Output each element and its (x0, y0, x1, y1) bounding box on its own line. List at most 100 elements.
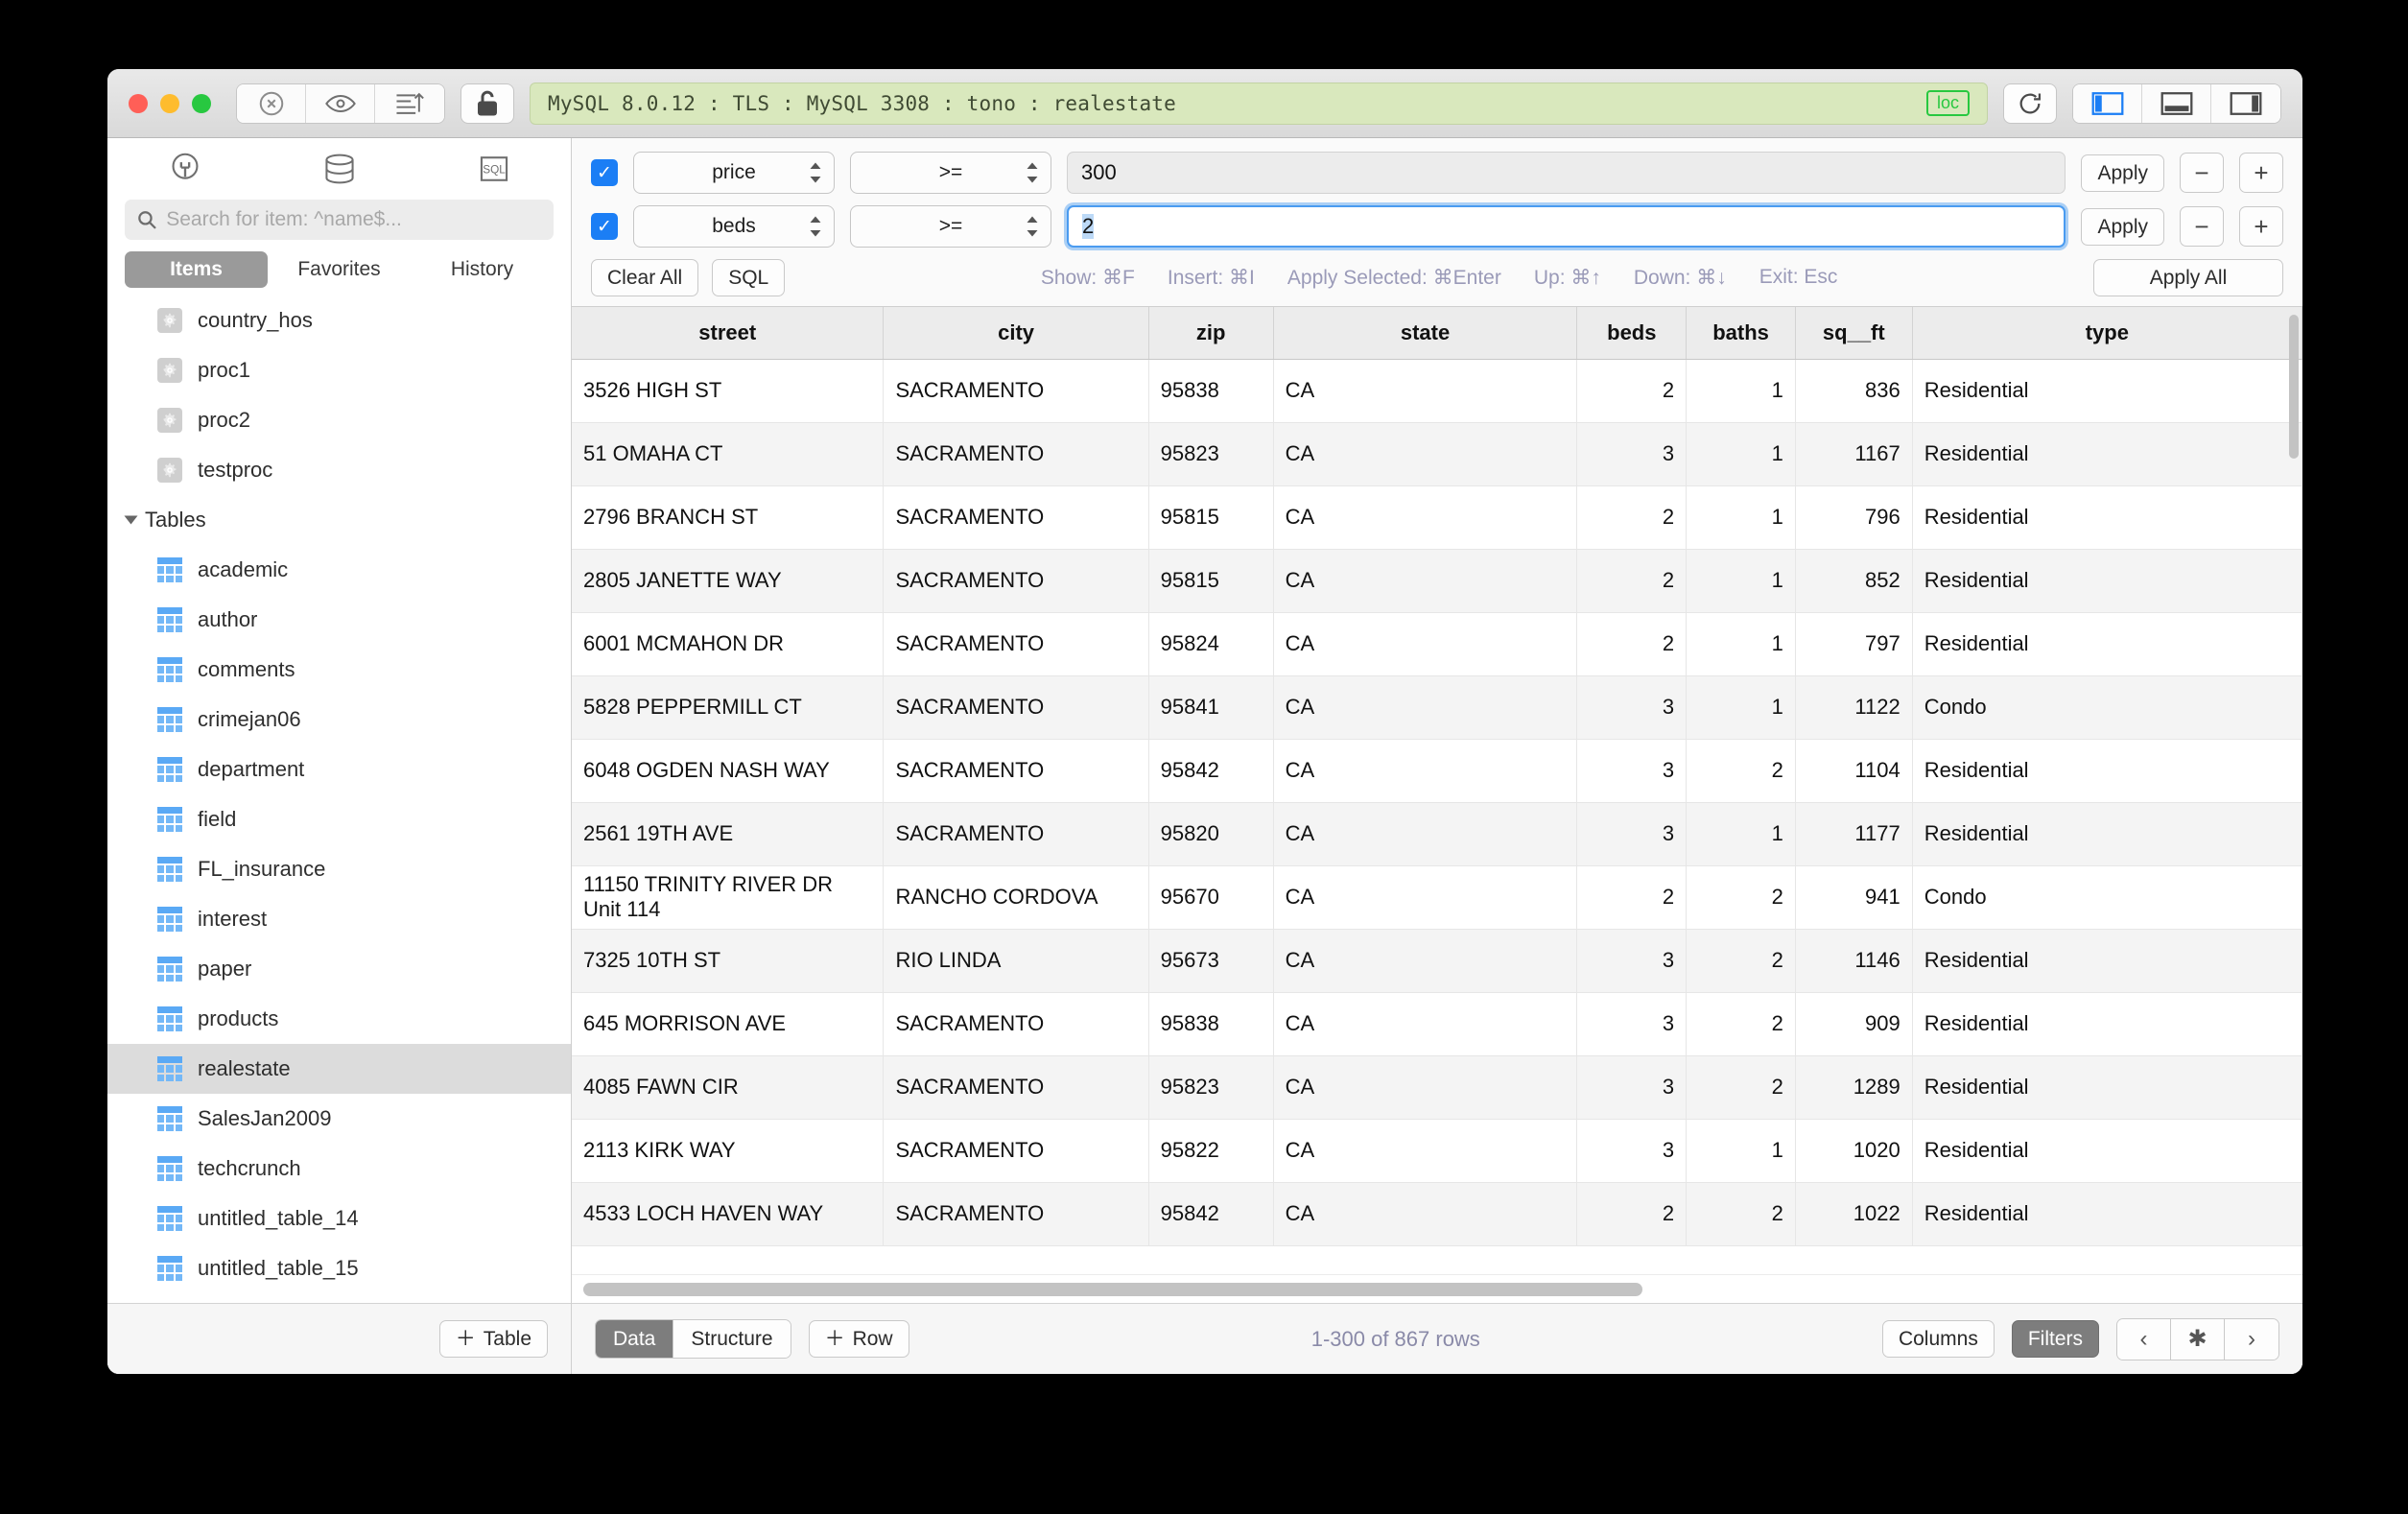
cell-city[interactable]: SACRAMENTO (883, 485, 1149, 550)
cell-type[interactable]: Residential (1912, 485, 2302, 550)
table-row[interactable]: 645 MORRISON AVE SACRAMENTO 95838 CA 3 2 909 Re… (572, 992, 2302, 1056)
table-row[interactable]: 2805 JANETTE WAY SACRAMENTO 95815 CA 2 1 852 Re… (572, 549, 2302, 613)
cell-type[interactable]: Residential (1912, 422, 2302, 486)
table-row[interactable]: 2561 19TH AVE SACRAMENTO 95820 CA 3 1 1177 Resi… (572, 802, 2302, 866)
cell-street[interactable]: 7325 10TH ST (572, 929, 885, 993)
cell-street[interactable]: 11150 TRINITY RIVER DR Unit 114 (572, 865, 885, 930)
add-table-button[interactable]: ＋ Table (438, 1320, 548, 1358)
cell-zip[interactable]: 95822 (1148, 1119, 1274, 1183)
cell-sq__ft[interactable]: 941 (1795, 865, 1913, 930)
sidebar-item-techcrunch[interactable]: techcrunch (107, 1144, 571, 1194)
cell-city[interactable]: SACRAMENTO (883, 422, 1149, 486)
toggle-right-pane-button[interactable] (2211, 83, 2280, 123)
add-filter-button[interactable]: + (2239, 153, 2283, 193)
column-header-street[interactable]: street (572, 307, 885, 360)
cell-beds[interactable]: 2 (1576, 485, 1688, 550)
cell-type[interactable]: Residential (1912, 992, 2302, 1056)
cell-zip[interactable]: 95841 (1148, 675, 1274, 740)
cell-baths[interactable]: 2 (1686, 1055, 1796, 1120)
cell-street[interactable]: 4533 LOCH HAVEN WAY (572, 1182, 885, 1246)
toggle-left-pane-button[interactable] (2073, 83, 2142, 123)
cell-zip[interactable]: 95823 (1148, 422, 1274, 486)
cell-sq__ft[interactable]: 1020 (1795, 1119, 1913, 1183)
cell-baths[interactable]: 2 (1686, 739, 1796, 803)
cell-state[interactable]: CA (1273, 929, 1578, 993)
tab-structure[interactable]: Structure (673, 1320, 791, 1358)
horizontal-scrollbar[interactable] (572, 1274, 2302, 1303)
cell-zip[interactable]: 95842 (1148, 1182, 1274, 1246)
cell-sq__ft[interactable]: 836 (1795, 359, 1913, 423)
cell-sq__ft[interactable]: 1167 (1795, 422, 1913, 486)
cell-state[interactable]: CA (1273, 865, 1578, 930)
table-row[interactable]: 7325 10TH ST RIO LINDA 95673 CA 3 2 1146 Reside… (572, 929, 2302, 993)
cell-state[interactable]: CA (1273, 992, 1578, 1056)
cell-beds[interactable]: 2 (1576, 1182, 1688, 1246)
cell-type[interactable]: Condo (1912, 865, 2302, 930)
cell-state[interactable]: CA (1273, 1055, 1578, 1120)
cell-city[interactable]: RANCHO CORDOVA (883, 865, 1149, 930)
filter-column-select[interactable]: price (633, 152, 835, 194)
cell-baths[interactable]: 1 (1686, 485, 1796, 550)
sidebar-item-author[interactable]: author (107, 595, 571, 645)
cell-beds[interactable]: 3 (1576, 802, 1688, 866)
sidebar-item-SalesJan2009[interactable]: SalesJan2009 (107, 1094, 571, 1144)
cell-beds[interactable]: 2 (1576, 865, 1688, 930)
sidebar-item-FL_insurance[interactable]: FL_insurance (107, 844, 571, 894)
cell-street[interactable]: 2805 JANETTE WAY (572, 549, 885, 613)
sql-button[interactable]: SQL (712, 259, 786, 296)
cell-city[interactable]: SACRAMENTO (883, 739, 1149, 803)
sidebar-item-comments[interactable]: comments (107, 645, 571, 695)
table-row[interactable]: 3526 HIGH ST SACRAMENTO 95838 CA 2 1 836 Reside… (572, 359, 2302, 423)
filter-operator-select[interactable]: >= (850, 205, 1051, 248)
clear-all-button[interactable]: Clear All (591, 259, 699, 296)
next-page-button[interactable]: › (2225, 1318, 2278, 1360)
cell-type[interactable]: Residential (1912, 1055, 2302, 1120)
cell-beds[interactable]: 3 (1576, 1119, 1688, 1183)
column-header-city[interactable]: city (883, 307, 1149, 360)
cell-baths[interactable]: 2 (1686, 865, 1796, 930)
cell-street[interactable]: 51 OMAHA CT (572, 422, 885, 486)
cell-sq__ft[interactable]: 1289 (1795, 1055, 1913, 1120)
remove-filter-button[interactable]: − (2180, 153, 2224, 193)
sidebar-tab-favorites[interactable]: Favorites (268, 251, 411, 288)
cell-sq__ft[interactable]: 852 (1795, 549, 1913, 613)
sidebar-item-products[interactable]: products (107, 994, 571, 1044)
cell-state[interactable]: CA (1273, 485, 1578, 550)
filter-enabled-checkbox[interactable]: ✓ (591, 159, 618, 186)
sql-tab-button[interactable]: SQL (416, 153, 571, 185)
table-row[interactable]: 5828 PEPPERMILL CT SACRAMENTO 95841 CA 3 1 112… (572, 675, 2302, 740)
cell-baths[interactable]: 1 (1686, 1119, 1796, 1183)
tab-data[interactable]: Data (596, 1320, 674, 1358)
cell-zip[interactable]: 95824 (1148, 612, 1274, 676)
cell-zip[interactable]: 95842 (1148, 739, 1274, 803)
cell-type[interactable]: Residential (1912, 739, 2302, 803)
column-header-sq__ft[interactable]: sq__ft (1795, 307, 1913, 360)
cell-state[interactable]: CA (1273, 675, 1578, 740)
column-header-zip[interactable]: zip (1148, 307, 1274, 360)
table-row[interactable]: 4085 FAWN CIR SACRAMENTO 95823 CA 3 2 1289 Resi… (572, 1055, 2302, 1120)
database-tab-button[interactable] (262, 152, 416, 186)
cell-sq__ft[interactable]: 1177 (1795, 802, 1913, 866)
filter-value-input[interactable]: 2 (1067, 205, 2066, 248)
table-row[interactable]: 4533 LOCH HAVEN WAY SACRAMENTO 95842 CA 2 2 10… (572, 1182, 2302, 1246)
search-input[interactable] (166, 208, 542, 231)
cell-state[interactable]: CA (1273, 422, 1578, 486)
cell-sq__ft[interactable]: 1022 (1795, 1182, 1913, 1246)
table-row[interactable]: 11150 TRINITY RIVER DR Unit 114 RANCHO CO… (572, 865, 2302, 930)
column-header-beds[interactable]: beds (1576, 307, 1688, 360)
sidebar-item-proc1[interactable]: proc1 (107, 345, 571, 395)
cell-zip[interactable]: 95838 (1148, 992, 1274, 1056)
connection-title-field[interactable]: MySQL 8.0.12 : TLS : MySQL 3308 : tono :… (530, 82, 1988, 125)
cell-street[interactable]: 2113 KIRK WAY (572, 1119, 885, 1183)
cell-sq__ft[interactable]: 909 (1795, 992, 1913, 1056)
cell-state[interactable]: CA (1273, 802, 1578, 866)
cell-street[interactable]: 4085 FAWN CIR (572, 1055, 885, 1120)
cell-street[interactable]: 3526 HIGH ST (572, 359, 885, 423)
cell-type[interactable]: Residential (1912, 929, 2302, 993)
cell-street[interactable]: 2796 BRANCH ST (572, 485, 885, 550)
table-row[interactable]: 6048 OGDEN NASH WAY SACRAMENTO 95842 CA 3 2 11… (572, 739, 2302, 803)
connection-tab-button[interactable] (107, 152, 262, 186)
cell-zip[interactable]: 95815 (1148, 549, 1274, 613)
lock-button[interactable] (460, 83, 514, 124)
table-row[interactable]: 6001 MCMAHON DR SACRAMENTO 95824 CA 2 1 797 Res… (572, 612, 2302, 676)
